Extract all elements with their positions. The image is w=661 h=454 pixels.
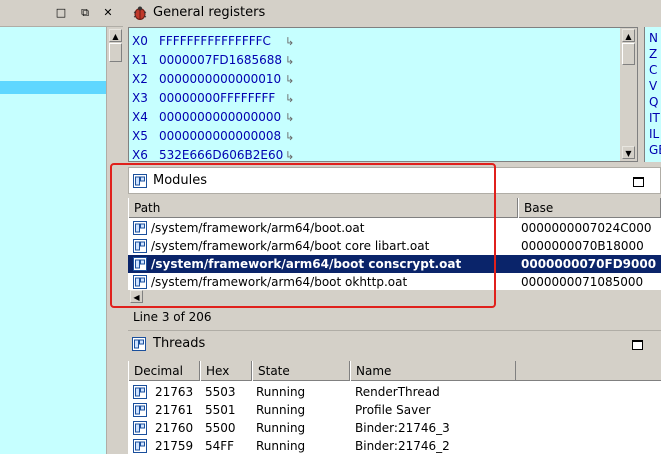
follow-arrow-icon[interactable]: ↳ (285, 73, 294, 86)
follow-arrow-icon[interactable]: ↳ (285, 149, 294, 162)
register-row[interactable]: X0 FFFFFFFFFFFFFFFC ↳ (132, 32, 294, 51)
register-value[interactable]: 0000000000000008 (159, 127, 285, 146)
column-header-hex[interactable]: Hex (200, 361, 252, 381)
table-row[interactable]: 21763 5503 Running RenderThread (128, 383, 661, 401)
table-row[interactable]: 21761 5501 Running Profile Saver (128, 401, 661, 419)
thread-hex: 5500 (205, 421, 236, 435)
register-name: X2 (132, 72, 148, 86)
maximize-icon[interactable] (633, 177, 644, 187)
scrollbar-thumb[interactable] (622, 43, 635, 65)
module-base: 0000000007024C000 (521, 221, 652, 235)
register-name: X0 (132, 34, 148, 48)
register-row[interactable]: X4 0000000000000000 ↳ (132, 108, 294, 127)
restore-icon[interactable]: ⧉ (78, 6, 92, 20)
maximize-icon[interactable]: □ (54, 6, 68, 20)
register-value[interactable]: 0000007FD1685688 (159, 51, 285, 70)
thread-state: Running (256, 439, 306, 453)
threads-titlebar (128, 330, 661, 357)
module-base: 0000000070B18000 (521, 239, 644, 253)
bug-icon (133, 6, 147, 20)
column-header-state[interactable]: State (252, 361, 350, 381)
thread-icon (133, 403, 147, 417)
scrollbar-thumb[interactable] (109, 43, 122, 62)
registers-view[interactable]: X0 FFFFFFFFFFFFFFFC ↳ X1 0000007FD1685688 ↳ … (128, 27, 638, 162)
left-panel-selected-row[interactable] (0, 81, 106, 94)
thread-state: Running (256, 385, 306, 399)
threads-icon (132, 337, 146, 351)
scroll-up-icon[interactable]: ▲ (622, 29, 635, 42)
register-value[interactable]: 0000000000000010 (159, 70, 285, 89)
follow-arrow-icon[interactable]: ↳ (285, 35, 294, 48)
thread-name: RenderThread (355, 385, 440, 399)
table-row[interactable]: 21759 54FF Running Binder:21746_2 (128, 437, 661, 454)
follow-arrow-icon[interactable]: ↳ (285, 130, 294, 143)
thread-decimal: 21759 (155, 439, 194, 453)
thread-name: Binder:21746_2 (355, 439, 450, 453)
table-row[interactable]: 21760 5500 Running Binder:21746_3 (128, 419, 661, 437)
flag-label: Z (649, 47, 658, 61)
column-header-decimal[interactable]: Decimal (128, 361, 200, 381)
thread-hex: 54FF (205, 439, 235, 453)
thread-name: Binder:21746_3 (355, 421, 450, 435)
register-row[interactable]: X3 00000000FFFFFFFF ↳ (132, 89, 294, 108)
scroll-up-icon[interactable]: ▲ (109, 29, 122, 42)
module-base: 0000000070FD9000 (521, 257, 657, 271)
thread-name: Profile Saver (355, 403, 431, 417)
thread-state: Running (256, 403, 306, 417)
registers-title: General registers (153, 5, 266, 20)
thread-hex: 5501 (205, 403, 236, 417)
module-base: 0000000071085000 (521, 275, 644, 289)
registers-scrollbar[interactable]: ▲ ▼ (620, 28, 637, 161)
column-header-name[interactable]: Name (350, 361, 516, 381)
thread-icon (133, 421, 147, 435)
flags-view[interactable]: N Z C V Q IT IL GE (644, 27, 661, 162)
register-name: X1 (132, 53, 148, 67)
thread-hex: 5503 (205, 385, 236, 399)
highlight-annotation-box (110, 163, 496, 308)
register-row[interactable]: X2 0000000000000010 ↳ (132, 70, 294, 89)
left-panel-titlebar: □ ⧉ ✕ (0, 0, 123, 27)
flag-label: IT (649, 111, 660, 125)
flag-label: Q (649, 95, 659, 109)
threads-table-header: Decimal Hex State Name (128, 361, 661, 381)
register-value[interactable]: 0000000000000000 (159, 108, 285, 127)
register-name: X4 (132, 110, 148, 124)
follow-arrow-icon[interactable]: ↳ (285, 92, 294, 105)
follow-arrow-icon[interactable]: ↳ (285, 54, 294, 67)
register-name: X5 (132, 129, 148, 143)
maximize-icon[interactable] (632, 340, 643, 350)
flag-label: V (649, 79, 658, 93)
threads-table[interactable]: 21763 5503 Running RenderThread 21761 55… (128, 381, 661, 454)
flag-label: IL (649, 127, 660, 141)
register-row[interactable]: X1 0000007FD1685688 ↳ (132, 51, 294, 70)
thread-icon (133, 385, 147, 399)
thread-icon (133, 439, 147, 453)
register-value[interactable]: FFFFFFFFFFFFFFFC (159, 32, 285, 51)
column-header-base[interactable]: Base (518, 198, 661, 218)
flag-label: GE (649, 143, 661, 157)
flag-label: C (649, 63, 658, 77)
thread-decimal: 21761 (155, 403, 194, 417)
register-value[interactable]: 00000000FFFFFFFF (159, 89, 285, 108)
flag-label: N (649, 31, 658, 45)
register-row[interactable]: X5 0000000000000008 ↳ (132, 127, 294, 146)
scroll-down-icon[interactable]: ▼ (622, 146, 635, 159)
thread-decimal: 21763 (155, 385, 194, 399)
threads-title: Threads (153, 336, 206, 351)
modules-status-text: Line 3 of 206 (133, 310, 212, 324)
thread-decimal: 21760 (155, 421, 194, 435)
follow-arrow-icon[interactable]: ↳ (285, 111, 294, 124)
thread-state: Running (256, 421, 306, 435)
close-icon[interactable]: ✕ (101, 6, 115, 20)
register-name: X3 (132, 91, 148, 105)
